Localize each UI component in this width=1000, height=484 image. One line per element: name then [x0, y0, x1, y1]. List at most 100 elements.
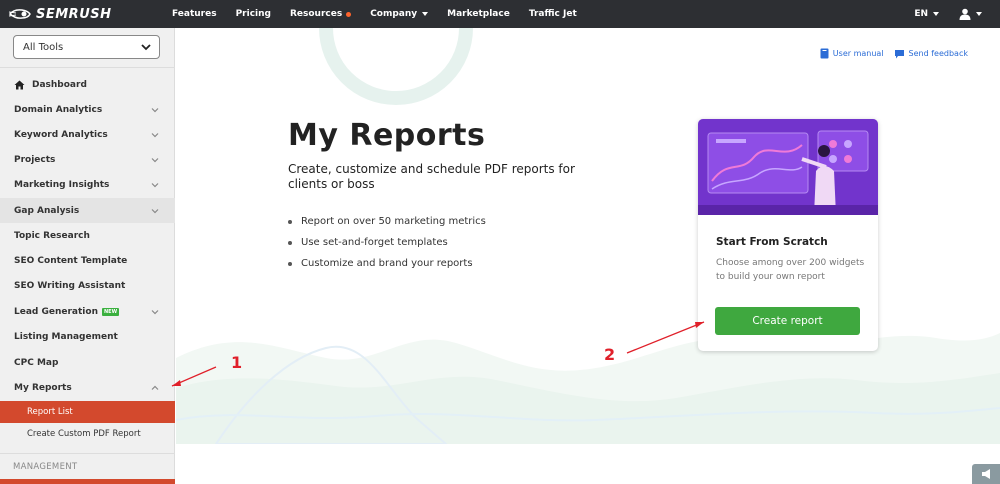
list-item: Customize and brand your reports	[288, 253, 486, 274]
sidebar-item-label: CPC Map	[14, 357, 59, 368]
caret-down-icon	[933, 12, 939, 16]
sidebar-active-strip	[0, 479, 175, 484]
nav-resources-label: Resources	[289, 9, 343, 19]
list-item-text: Use set-and-forget templates	[301, 237, 448, 248]
help-links: User manual Send feedback	[810, 48, 968, 59]
list-item-text: Report on over 50 marketing metrics	[301, 216, 486, 227]
section-label-management: MANAGEMENT	[13, 462, 78, 472]
language-selector[interactable]: EN	[914, 9, 939, 19]
send-feedback-link[interactable]: Send feedback	[894, 49, 968, 59]
nav-features-label: Features	[172, 9, 217, 19]
chevron-down-icon	[151, 133, 159, 138]
bullet-icon	[288, 240, 292, 245]
sidebar-subitem-create-custom-pdf-report[interactable]: Create Custom PDF Report	[0, 423, 175, 445]
home-icon	[14, 80, 25, 89]
nav-features[interactable]: Features	[172, 9, 217, 19]
chevron-down-icon	[151, 209, 159, 214]
annotation-label-1: 1	[231, 353, 243, 372]
send-feedback-label: Send feedback	[908, 49, 968, 58]
card-title: Start From Scratch	[716, 236, 828, 248]
nav-pricing-label: Pricing	[235, 9, 271, 19]
user-icon	[959, 8, 971, 20]
divider	[0, 67, 175, 68]
divider	[0, 453, 175, 454]
bullet-icon	[288, 261, 292, 266]
list-item: Use set-and-forget templates	[288, 232, 486, 253]
sidebar-item-lead-generation[interactable]: Lead Generation NEW	[0, 299, 175, 324]
sidebar-item-label: Lead Generation	[14, 306, 98, 317]
sidebar-subitem-label: Create Custom PDF Report	[27, 429, 141, 439]
create-report-button[interactable]: Create report	[715, 307, 860, 335]
bullet-icon	[288, 219, 292, 224]
sidebar-item-label: SEO Writing Assistant	[14, 280, 126, 291]
user-manual-label: User manual	[832, 49, 884, 58]
sidebar-item-label: Gap Analysis	[14, 205, 80, 216]
nav-marketplace[interactable]: Marketplace	[447, 9, 510, 19]
list-item-text: Customize and brand your reports	[301, 258, 473, 269]
caret-down-icon	[976, 12, 982, 16]
nav-company[interactable]: Company	[370, 9, 429, 19]
nav-marketplace-label: Marketplace	[447, 9, 510, 19]
sidebar-item-dashboard[interactable]: Dashboard	[0, 72, 175, 97]
chevron-down-icon	[141, 44, 151, 51]
annotation-label-2: 2	[604, 345, 616, 364]
sidebar-item-gap-analysis[interactable]: Gap Analysis	[0, 198, 175, 223]
report-illustration	[698, 119, 878, 215]
notification-dot-icon	[346, 11, 352, 17]
chevron-down-icon	[151, 310, 159, 315]
chevron-down-icon	[151, 108, 159, 113]
sidebar-item-topic-research[interactable]: Topic Research	[0, 223, 175, 248]
page-footer-band	[176, 444, 1000, 484]
tools-select-value: All Tools	[23, 41, 64, 53]
semrush-logo[interactable]: SEMRUSH	[8, 0, 158, 28]
tools-select[interactable]: All Tools	[13, 35, 160, 59]
sidebar-item-keyword-analytics[interactable]: Keyword Analytics	[0, 122, 175, 147]
card-description: Choose among over 200 widgets to build y…	[716, 258, 865, 282]
logo-text: SEMRUSH	[36, 6, 112, 22]
language-label: EN	[914, 9, 928, 19]
sidebar-item-cpc-map[interactable]: CPC Map	[0, 350, 175, 375]
megaphone-icon	[982, 469, 990, 479]
sidebar-item-my-reports[interactable]: My Reports	[0, 375, 175, 400]
sidebar-item-label: My Reports	[14, 382, 72, 393]
chevron-down-icon	[151, 183, 159, 188]
book-icon	[820, 48, 829, 59]
nav-traffic-jet[interactable]: Traffic Jet	[529, 9, 577, 19]
sidebar-item-label: Keyword Analytics	[14, 129, 108, 140]
sidebar-subitem-report-list[interactable]: Report List	[0, 401, 175, 423]
sidebar-item-marketing-insights[interactable]: Marketing Insights	[0, 172, 175, 197]
sidebar-item-domain-analytics[interactable]: Domain Analytics	[0, 97, 175, 122]
sidebar-item-label: SEO Content Template	[14, 255, 128, 266]
start-from-scratch-card: Start From Scratch Choose among over 200…	[698, 119, 878, 351]
feedback-corner-button[interactable]	[972, 464, 1000, 484]
fireball-icon	[8, 9, 31, 19]
user-manual-link[interactable]: User manual	[820, 48, 884, 59]
page-subtitle: Create, customize and schedule PDF repor…	[288, 162, 575, 191]
chevron-down-icon	[151, 158, 159, 163]
sidebar-item-label: Projects	[14, 154, 56, 165]
user-menu[interactable]	[959, 8, 982, 20]
sidebar-item-label: Topic Research	[14, 230, 90, 241]
top-navigation-bar: SEMRUSH Features Pricing Resources Compa…	[0, 0, 1000, 28]
chevron-up-icon	[151, 385, 159, 390]
main-nav: Features Pricing Resources Company Marke…	[172, 0, 596, 28]
nav-company-label: Company	[370, 9, 418, 19]
main-content: User manual Send feedback My Reports Cre…	[176, 28, 1000, 484]
list-item: Report on over 50 marketing metrics	[288, 211, 486, 232]
sidebar-item-listing-management[interactable]: Listing Management	[0, 324, 175, 349]
sidebar-item-seo-content-template[interactable]: SEO Content Template	[0, 248, 175, 273]
nav-traffic-jet-label: Traffic Jet	[528, 9, 577, 19]
sidebar-item-label: Dashboard	[32, 79, 87, 90]
sidebar-item-label: Marketing Insights	[14, 179, 110, 190]
feature-list: Report on over 50 marketing metrics Use …	[288, 211, 486, 274]
nav-pricing[interactable]: Pricing	[236, 9, 271, 19]
sidebar-item-projects[interactable]: Projects	[0, 147, 175, 172]
sidebar: All Tools Dashboard Domain Analytics Key…	[0, 28, 175, 484]
chat-bubble-icon	[894, 49, 904, 58]
page-title: My Reports	[288, 118, 486, 153]
new-badge: NEW	[101, 307, 120, 316]
nav-resources[interactable]: Resources	[289, 9, 352, 19]
sidebar-item-label: Domain Analytics	[14, 104, 103, 115]
sidebar-item-seo-writing-assistant[interactable]: SEO Writing Assistant	[0, 273, 175, 298]
sidebar-item-label: Listing Management	[14, 331, 118, 342]
